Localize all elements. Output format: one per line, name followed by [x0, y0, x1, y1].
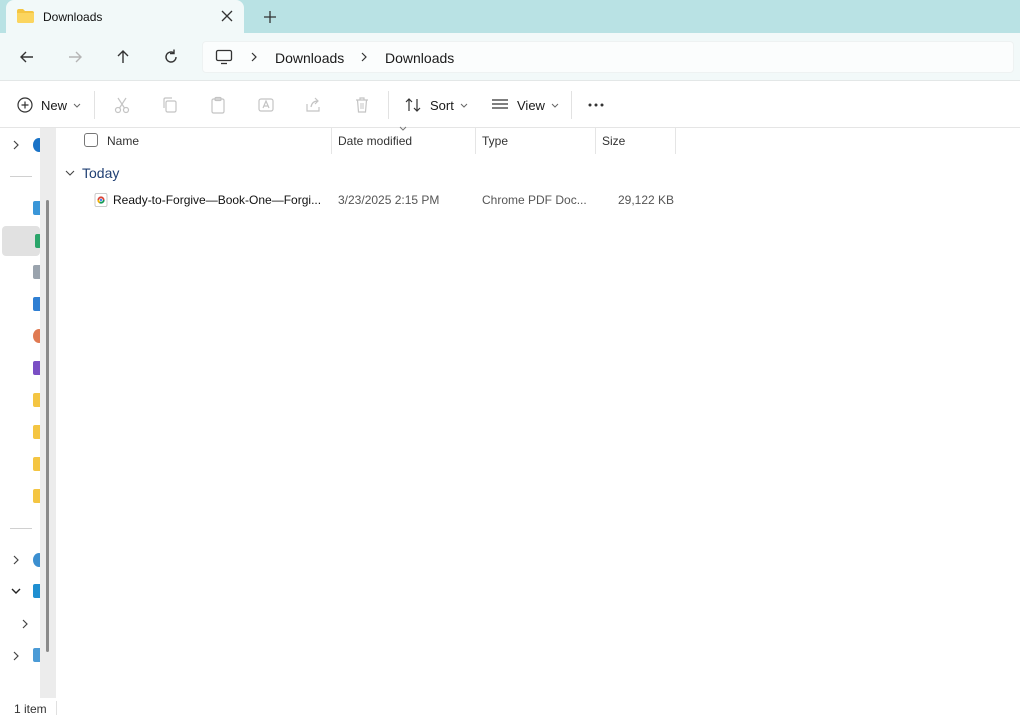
breadcrumb-downloads-2[interactable]: Downloads	[385, 50, 454, 66]
computer-icon[interactable]	[215, 49, 233, 65]
toolbar-divider	[94, 91, 95, 119]
status-bar: 1 item	[0, 698, 1020, 717]
chevron-down-icon	[551, 103, 559, 108]
navigation-bar: Downloads Downloads	[0, 33, 1020, 81]
tab-downloads[interactable]: Downloads	[6, 0, 244, 33]
plus-circle-icon	[17, 97, 33, 113]
chevron-right-icon[interactable]	[10, 650, 22, 662]
column-date-label: Date modified	[338, 134, 413, 148]
item-count: 1 item	[14, 702, 47, 716]
command-bar: New Sort View	[0, 81, 1020, 128]
folder-icon	[17, 9, 34, 23]
toolbar-divider	[571, 91, 572, 119]
file-name: Ready-to-Forgive—Book-One—Forgi...	[113, 193, 322, 207]
share-icon[interactable]	[304, 95, 324, 115]
chrome-pdf-icon	[94, 193, 108, 207]
group-header-today[interactable]: Today	[64, 164, 119, 182]
more-options-icon[interactable]	[586, 95, 606, 115]
desktop-icon[interactable]	[33, 201, 40, 215]
home-icon[interactable]	[33, 138, 40, 152]
chevron-down-icon	[73, 103, 81, 108]
onedrive-icon[interactable]	[33, 553, 40, 567]
paste-icon[interactable]	[208, 95, 228, 115]
column-size-label: Size	[602, 134, 626, 148]
plus-icon[interactable]	[262, 9, 278, 25]
nav-separator	[10, 528, 32, 529]
chevron-right-icon[interactable]	[10, 554, 22, 566]
view-lines-icon	[492, 99, 508, 109]
chevron-down-icon[interactable]	[10, 585, 22, 597]
file-type: Chrome PDF Doc...	[482, 193, 587, 207]
sort-button[interactable]: Sort	[404, 93, 469, 117]
this-pc-icon[interactable]	[33, 584, 40, 598]
tab-title: Downloads	[43, 10, 103, 24]
delete-icon[interactable]	[352, 95, 372, 115]
rename-icon[interactable]	[256, 95, 276, 115]
breadcrumb-downloads-1[interactable]: Downloads	[275, 50, 344, 66]
status-divider	[56, 701, 57, 715]
file-date: 3/23/2025 2:15 PM	[338, 193, 440, 207]
copy-icon[interactable]	[160, 95, 180, 115]
chevron-down-icon	[65, 170, 75, 176]
nav-separator	[10, 176, 32, 177]
close-icon[interactable]	[220, 9, 234, 23]
chevron-right-icon[interactable]	[10, 139, 22, 151]
videos-icon[interactable]	[33, 361, 40, 375]
chevron-down-icon	[460, 103, 468, 108]
column-size[interactable]: Size	[596, 128, 676, 154]
group-label: Today	[82, 165, 120, 181]
folder-icon[interactable]	[33, 457, 40, 471]
view-button-label: View	[517, 97, 545, 113]
folder-icon[interactable]	[33, 425, 40, 439]
refresh-icon[interactable]	[161, 47, 181, 67]
column-name[interactable]: Name	[56, 128, 332, 154]
chevron-right-icon[interactable]	[249, 51, 259, 63]
navigation-pane	[0, 128, 40, 698]
view-button[interactable]: View	[491, 93, 560, 117]
file-list: Name Date modified Type Size Today Ready…	[56, 126, 1020, 698]
folder-icon[interactable]	[33, 489, 40, 503]
new-button-label: New	[41, 97, 68, 113]
pictures-icon[interactable]	[33, 297, 40, 311]
folder-icon[interactable]	[33, 393, 40, 407]
scrollbar-thumb[interactable]	[46, 200, 49, 652]
toolbar-divider	[388, 91, 389, 119]
tab-bar: Downloads	[0, 0, 1020, 33]
chevron-right-icon[interactable]	[359, 51, 369, 63]
forward-arrow-icon[interactable]	[65, 47, 85, 67]
music-icon[interactable]	[33, 329, 40, 343]
column-name-label: Name	[107, 134, 140, 148]
pane-scrollbar[interactable]	[40, 128, 56, 698]
column-header: Name Date modified Type Size	[56, 128, 676, 154]
chevron-right-icon[interactable]	[19, 618, 31, 630]
up-arrow-icon[interactable]	[113, 47, 133, 67]
file-row[interactable]: Ready-to-Forgive—Book-One—Forgi... 3/23/…	[84, 188, 684, 212]
new-button[interactable]: New	[16, 93, 82, 117]
documents-icon[interactable]	[33, 265, 40, 279]
network-icon[interactable]	[33, 648, 40, 662]
cut-icon[interactable]	[112, 95, 132, 115]
sort-icon	[405, 98, 421, 112]
column-type[interactable]: Type	[476, 128, 596, 154]
column-type-label: Type	[482, 134, 509, 148]
sort-button-label: Sort	[430, 97, 454, 113]
address-box[interactable]: Downloads Downloads	[202, 41, 1014, 73]
back-arrow-icon[interactable]	[17, 47, 37, 67]
file-size: 29,122 KB	[618, 193, 675, 207]
column-date-modified[interactable]: Date modified	[332, 128, 476, 154]
